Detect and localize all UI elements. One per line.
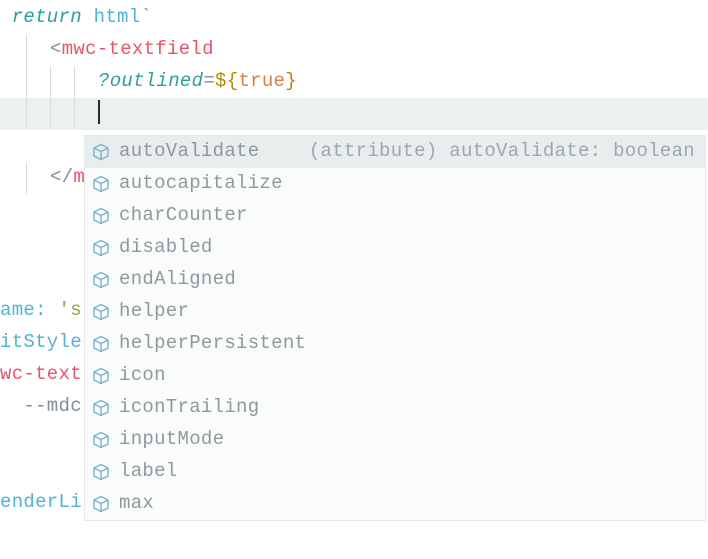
function-html: html [94, 6, 141, 28]
bg-selector: wc-text [0, 363, 82, 385]
autocomplete-item-autocapitalize[interactable]: autocapitalize [85, 168, 705, 200]
autocomplete-item-inputMode[interactable]: inputMode [85, 424, 705, 456]
field-icon [91, 206, 111, 226]
autocomplete-label: autocapitalize [119, 168, 283, 200]
field-icon [91, 494, 111, 514]
autocomplete-label: label [119, 456, 178, 488]
autocomplete-item-iconTrailing[interactable]: iconTrailing [85, 392, 705, 424]
field-icon [91, 398, 111, 418]
autocomplete-popup[interactable]: autoValidate (attribute) autoValidate: bo… [84, 135, 706, 521]
autocomplete-label: icon [119, 360, 166, 392]
text-cursor [98, 100, 100, 124]
field-icon [91, 174, 111, 194]
autocomplete-item-max[interactable]: max [85, 488, 705, 520]
attr-outlined: outlined [110, 70, 204, 92]
autocomplete-label: iconTrailing [119, 392, 259, 424]
autocomplete-label: helper [119, 296, 189, 328]
bg-litstyle: itStyle [0, 331, 82, 353]
autocomplete-item-charCounter[interactable]: charCounter [85, 200, 705, 232]
autocomplete-label: endAligned [119, 264, 236, 296]
autocomplete-item-helperPersistent[interactable]: helperPersistent [85, 328, 705, 360]
autocomplete-item-autoValidate[interactable]: autoValidate (attribute) autoValidate: bo… [85, 136, 705, 168]
field-icon [91, 142, 111, 162]
autocomplete-label: helperPersistent [119, 328, 306, 360]
autocomplete-item-endAligned[interactable]: endAligned [85, 264, 705, 296]
tag-name: mwc-textfield [62, 38, 214, 60]
bg-name-val: 's [47, 299, 82, 321]
attr-prefix: ? [98, 70, 110, 92]
field-icon [91, 270, 111, 290]
close-angle: </ [50, 166, 73, 188]
interp-close: } [285, 70, 297, 92]
autocomplete-label: disabled [119, 232, 213, 264]
interp-open: ${ [215, 70, 238, 92]
field-icon [91, 238, 111, 258]
field-icon [91, 334, 111, 354]
autocomplete-item-disabled[interactable]: disabled [85, 232, 705, 264]
code-editor[interactable]: return html` <mwc-textfield ?outlined=${… [0, 0, 708, 194]
bg-renderli: enderLi [0, 491, 82, 513]
autocomplete-item-icon[interactable]: icon [85, 360, 705, 392]
literal-true: true [238, 70, 285, 92]
field-icon [91, 430, 111, 450]
field-icon [91, 302, 111, 322]
field-icon [91, 366, 111, 386]
autocomplete-item-helper[interactable]: helper [85, 296, 705, 328]
autocomplete-item-label[interactable]: label [85, 456, 705, 488]
autocomplete-label: inputMode [119, 424, 224, 456]
autocomplete-detail: (attribute) autoValidate: boolean [279, 136, 705, 168]
autocomplete-label: charCounter [119, 200, 248, 232]
autocomplete-label: max [119, 488, 154, 520]
backtick: ` [140, 6, 152, 28]
field-icon [91, 462, 111, 482]
equals: = [203, 70, 215, 92]
keyword-return: return [12, 6, 82, 28]
angle-open: < [50, 38, 62, 60]
autocomplete-label: autoValidate [119, 136, 259, 168]
bg-name-key: ame: [0, 299, 47, 321]
